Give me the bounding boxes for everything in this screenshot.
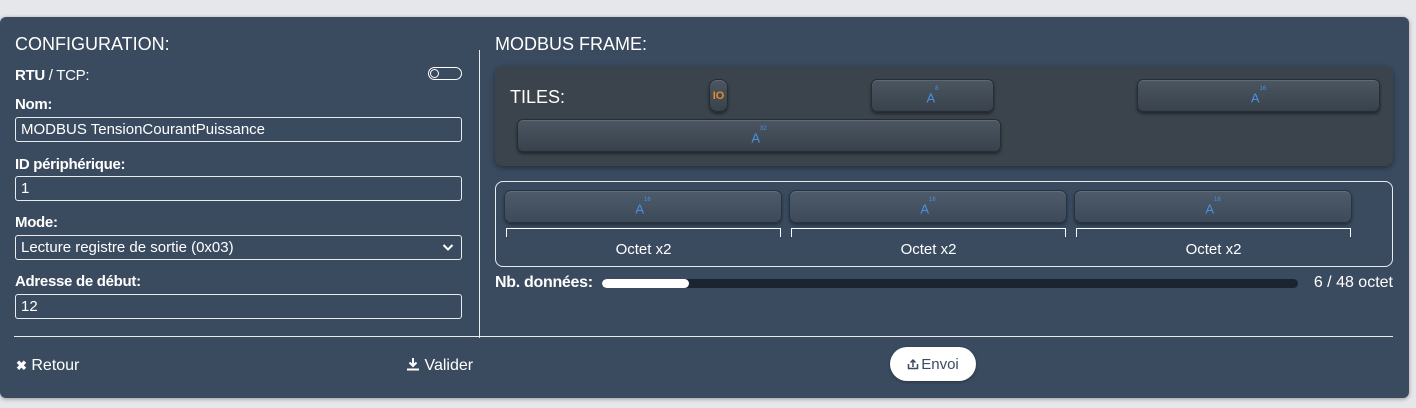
- footer-divider: [14, 336, 1393, 337]
- protocol-label: RTU / TCP:: [15, 67, 90, 84]
- octet-bracket: [791, 228, 1066, 237]
- protocol-tcp-label: TCP:: [56, 67, 90, 84]
- data-count-value: 6 / 48 octet: [1313, 274, 1393, 291]
- close-icon: ✖: [16, 358, 27, 373]
- validate-button[interactable]: Valider: [406, 357, 473, 375]
- frame-tile-2[interactable]: A16: [789, 190, 1067, 223]
- back-label: Retour: [31, 357, 80, 374]
- send-label: Envoi: [921, 355, 959, 373]
- mode-select[interactable]: Lecture registre de sortie (0x03): [16, 236, 461, 259]
- modbus-frame-title: MODBUS FRAME:: [495, 34, 648, 54]
- mode-label: Mode:: [15, 214, 58, 231]
- frame-dropzone[interactable]: A16 Octet x2 A16 Octet x2 A16 Octet x2: [495, 181, 1393, 267]
- validate-label: Valider: [424, 357, 474, 374]
- start-address-input[interactable]: [16, 295, 461, 318]
- send-button[interactable]: Envoi: [890, 347, 976, 381]
- device-id-input[interactable]: [16, 177, 461, 200]
- start-address-label: Adresse de début:: [15, 273, 141, 290]
- start-address-field-wrapper: [15, 294, 462, 319]
- tiles-palette: TILES: IO A8 A16 A32: [495, 66, 1393, 166]
- data-count-label: Nb. données:: [495, 274, 593, 291]
- data-count-progress: [602, 279, 1298, 288]
- io-icon: IO: [712, 89, 725, 102]
- a-icon: A16: [1205, 196, 1221, 216]
- chevron-down-icon: [442, 244, 454, 251]
- octet-caption: Octet x2: [900, 241, 957, 258]
- mode-field-wrapper: Lecture registre de sortie (0x03): [15, 235, 462, 260]
- a-icon: A32: [751, 125, 767, 145]
- protocol-separator: /: [44, 67, 57, 84]
- a-icon: A16: [920, 196, 936, 216]
- protocol-rtu-label: RTU: [15, 67, 45, 84]
- device-id-field-wrapper: [15, 176, 462, 201]
- configuration-title: CONFIGURATION:: [15, 34, 170, 54]
- a-icon: A8: [926, 85, 939, 105]
- name-input[interactable]: [16, 118, 461, 141]
- download-icon: [407, 358, 419, 371]
- modbus-config-panel: CONFIGURATION: RTU / TCP: Nom: ID périph…: [0, 17, 1409, 398]
- toggle-knob: [430, 69, 439, 78]
- octet-caption: Octet x2: [615, 241, 672, 258]
- frame-tile-1[interactable]: A16: [504, 190, 782, 223]
- tile-io[interactable]: IO: [709, 79, 728, 112]
- tile-a16[interactable]: A16: [1137, 79, 1380, 112]
- octet-bracket: [506, 228, 781, 237]
- a-icon: A16: [635, 196, 651, 216]
- data-count-progress-fill: [602, 279, 689, 288]
- upload-icon: [907, 358, 919, 370]
- device-id-label: ID périphérique:: [15, 156, 126, 173]
- name-label: Nom:: [15, 96, 53, 113]
- name-field-wrapper: [15, 117, 462, 142]
- frame-tile-3[interactable]: A16: [1074, 190, 1352, 223]
- octet-bracket: [1076, 228, 1351, 237]
- octet-caption: Octet x2: [1185, 241, 1242, 258]
- a-icon: A16: [1250, 85, 1267, 105]
- vertical-divider: [479, 50, 480, 338]
- tiles-label: TILES:: [510, 87, 566, 107]
- tile-a32[interactable]: A32: [517, 119, 1001, 152]
- back-button[interactable]: ✖ Retour: [16, 357, 79, 375]
- tile-a8[interactable]: A8: [871, 79, 994, 112]
- protocol-toggle[interactable]: [428, 67, 462, 80]
